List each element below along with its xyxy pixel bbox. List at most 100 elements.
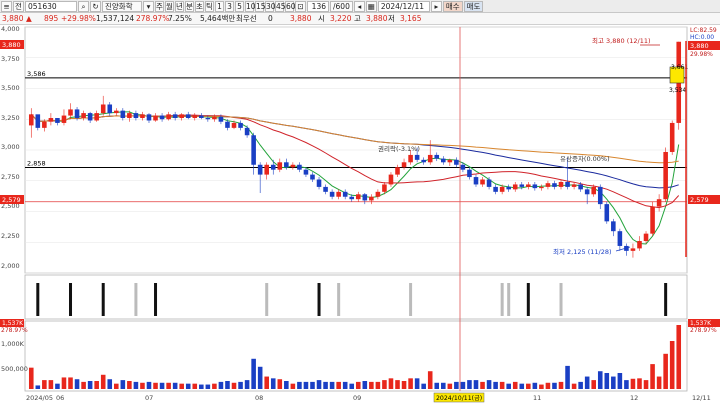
signal-bar xyxy=(69,283,73,316)
interval-1[interactable]: 1 xyxy=(215,0,224,12)
interval-10[interactable]: 10 xyxy=(245,0,256,12)
interval-3[interactable]: 3 xyxy=(225,0,234,12)
price-tick: 3,500 xyxy=(1,84,20,92)
candle-body xyxy=(297,164,302,170)
period-week[interactable]: 월 xyxy=(165,0,174,12)
candle-body xyxy=(571,184,577,187)
volume-bar xyxy=(100,374,106,389)
volume-bar xyxy=(388,378,394,389)
candle-body xyxy=(127,113,132,119)
volume-bar xyxy=(467,380,472,389)
candle-body xyxy=(611,221,616,232)
candle-body xyxy=(355,194,361,200)
interval-60[interactable]: 60 xyxy=(285,0,296,12)
volume-tick: 1,000K xyxy=(1,340,25,348)
x-label: 08 xyxy=(255,394,263,402)
signal-bar xyxy=(507,283,511,316)
volume-bar xyxy=(61,377,67,389)
interval-45[interactable]: 45 xyxy=(275,0,286,12)
volume-bar xyxy=(159,382,165,389)
lock-icon[interactable]: ⊡ xyxy=(295,0,306,12)
volume-bar xyxy=(146,381,152,389)
quote-high: 3,880 xyxy=(366,14,388,23)
price-badge-left-text: 3,880 xyxy=(2,41,21,49)
volume-bar xyxy=(218,381,224,389)
candle-body xyxy=(486,179,492,187)
quote-volume: 1,537,124 xyxy=(96,14,135,23)
volume-bar xyxy=(578,381,583,389)
interval-15[interactable]: 15 xyxy=(255,0,266,12)
candle-body xyxy=(617,231,623,246)
period-minute[interactable]: 초 xyxy=(195,0,204,12)
x-label: 11 xyxy=(533,394,541,402)
volume-bar xyxy=(486,380,492,389)
candle-body xyxy=(159,115,165,120)
volume-bar xyxy=(107,379,113,389)
candle-body xyxy=(238,122,243,128)
quote-volume-ratio: 278.97% xyxy=(136,14,170,23)
volume-bar xyxy=(270,378,276,389)
quote-turnover: 7.25% xyxy=(168,14,192,23)
price-tick: 2,750 xyxy=(1,173,20,181)
candle-body xyxy=(172,114,178,119)
candle-body xyxy=(650,206,655,234)
signal-bar xyxy=(265,283,269,316)
date-cursor-label: 2024/10/11(금) xyxy=(436,395,482,402)
volume-bar xyxy=(545,382,551,389)
interval-5[interactable]: 5 xyxy=(235,0,244,12)
volume-bar xyxy=(401,381,407,389)
volume-bar xyxy=(310,381,315,389)
calendar-icon[interactable]: ▦ xyxy=(365,0,377,12)
count-input[interactable]: 136 xyxy=(307,0,329,12)
candle-body xyxy=(369,196,374,201)
volume-bar xyxy=(519,383,525,389)
candle-body xyxy=(584,189,590,195)
date-input[interactable]: 2024/12/11 xyxy=(377,0,430,12)
menu-icon[interactable]: ≡ xyxy=(1,0,12,12)
candle-body xyxy=(643,233,649,242)
price-tick: 3,750 xyxy=(1,55,20,63)
x-label: 12/11 xyxy=(692,394,711,402)
candle-body xyxy=(473,177,479,185)
search-icon[interactable]: ⌕ xyxy=(78,0,89,12)
hline-label-3586: 3,586 xyxy=(27,70,46,78)
volume-bar xyxy=(441,382,446,389)
period-month[interactable]: 년 xyxy=(175,0,184,12)
volume-bar xyxy=(643,380,649,389)
more-icon[interactable]: ▾ xyxy=(143,0,154,12)
volume-bar xyxy=(238,381,243,389)
volume-bar xyxy=(349,383,355,389)
volume-bar xyxy=(28,367,34,389)
candle-body xyxy=(284,162,289,168)
volume-bar xyxy=(114,383,119,389)
volume-bar xyxy=(166,382,171,389)
marker-bottom: 3,534 xyxy=(669,87,686,94)
period-day[interactable]: 주 xyxy=(155,0,164,12)
price-chart[interactable]: 4,000 3,750 3,500 3,250 3,000 2,750 2,50… xyxy=(0,25,720,404)
price-tick: 2,000 xyxy=(1,262,20,270)
quote-open-label: 시 xyxy=(318,14,325,23)
period-tick[interactable]: 틱 xyxy=(205,0,214,12)
candle-body xyxy=(467,169,472,178)
volume-tick: 500,000 xyxy=(1,365,28,373)
candle-body xyxy=(277,162,283,170)
prev-icon[interactable]: ◂ xyxy=(353,0,365,12)
candle-body xyxy=(74,109,80,119)
sell-button[interactable]: 매도 xyxy=(463,0,484,12)
stock-code-input[interactable]: 051630 xyxy=(25,0,77,12)
volume-bar xyxy=(375,381,381,389)
period-year[interactable]: 분 xyxy=(185,0,194,12)
signal-panel[interactable] xyxy=(24,274,688,320)
price-axis: 4,000 3,750 3,500 3,250 3,000 2,750 2,50… xyxy=(1,25,20,270)
next-icon[interactable]: ▸ xyxy=(430,0,442,12)
candle-body xyxy=(244,127,250,136)
market-select[interactable]: 전 xyxy=(13,0,24,12)
annotation-ex-rights: 권리락(-3.1%) xyxy=(378,144,420,153)
volume-bar xyxy=(382,380,387,389)
refresh-icon[interactable]: ↻ xyxy=(90,0,101,12)
buy-button[interactable]: 매수 xyxy=(442,0,463,12)
hline-label-2858: 2,858 xyxy=(27,159,46,167)
signal-bar xyxy=(409,283,413,316)
interval-30[interactable]: 30 xyxy=(265,0,276,12)
volume-bar xyxy=(42,380,47,389)
